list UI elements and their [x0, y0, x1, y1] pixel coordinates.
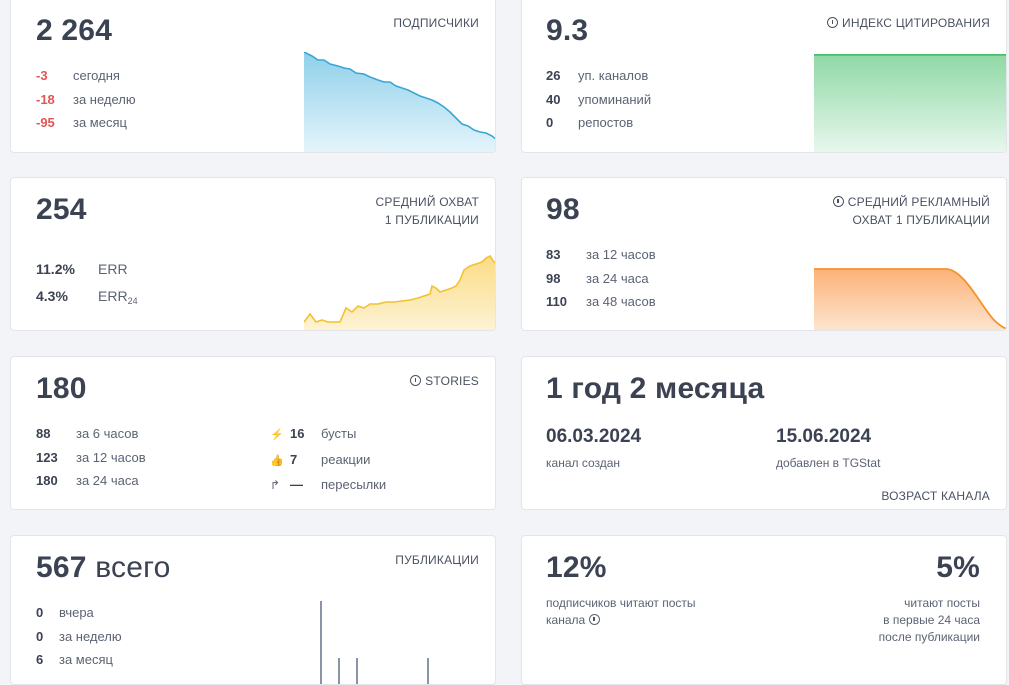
citation-value: 9.3 [546, 14, 589, 47]
engagement-left-text: подписчиков читают посты канала [546, 596, 696, 627]
subscribers-value: 2 264 [36, 14, 113, 47]
posts-bar [320, 601, 322, 684]
info-icon[interactable] [832, 196, 844, 207]
stories-value: 180 [36, 372, 87, 405]
stat-row: -3 сегодня -18 за неделю -95 за месяц [36, 68, 136, 130]
reach-value: 254 [36, 193, 87, 226]
ad-reach-card[interactable]: 98 СРЕДНИЙ РЕКЛАМНЫЙ ОХВАТ 1 ПУБЛИКАЦИИ 8… [521, 177, 1007, 331]
citation-card[interactable]: 9.3 ИНДЕКС ЦИТИРОВАНИЯ 26 уп. каналов 40 у… [521, 0, 1007, 153]
channel-age-card[interactable]: 1 год 2 месяца 06.03.2024 канал создан 1… [521, 356, 1007, 510]
citation-sparkline [814, 54, 1006, 152]
reach-caption: СРЕДНИЙ ОХВАТ 1 ПУБЛИКАЦИИ [375, 195, 479, 227]
engagement-left-value: 12% [546, 551, 607, 584]
channel-age-value: 1 год 2 месяца [546, 372, 765, 405]
ad-reach-sparkline [814, 268, 1006, 330]
subscribers-card[interactable]: 2 264 ПОДПИСЧИКИ -3 сегодня -18 за неделю … [10, 0, 496, 153]
stat-row: 0 вчера 0 за неделю 6 за месяц [36, 605, 122, 667]
channel-age-caption: ВОЗРАСТ КАНАЛА [881, 489, 990, 503]
created-label: канал создан [546, 456, 621, 470]
subscribers-caption: ПОДПИСЧИКИ [393, 16, 479, 30]
share-arrow-icon: ↱ [270, 478, 281, 492]
reach-sparkline [304, 254, 495, 330]
citation-caption: ИНДЕКС ЦИТИРОВАНИЯ [827, 14, 990, 32]
ad-reach-value: 98 [546, 193, 580, 226]
stories-caption: STORIES [410, 372, 479, 390]
reach-card[interactable]: 254 СРЕДНИЙ ОХВАТ 1 ПУБЛИКАЦИИ 11.2% ERR 4… [10, 177, 496, 331]
info-icon[interactable] [827, 17, 839, 28]
info-icon[interactable] [410, 375, 422, 386]
posts-card[interactable]: 567 всего ПУБЛИКАЦИИ 0 вчера 0 за неделю 6… [10, 535, 496, 685]
thumbs-up-icon: 👍 [270, 454, 284, 467]
created-date: 06.03.2024 [546, 426, 642, 447]
stat-row: 83 за 12 часов 98 за 24 часа 110 за 48 часо… [546, 247, 656, 309]
stat-row: 11.2% ERR 4.3% ERR24 [36, 261, 138, 306]
stat-row-right: ⚡ 16 бусты 👍 7 реакции ↱ — пересылки [270, 422, 386, 498]
engagement-right-text: читают посты в первые 24 часа после публик… [878, 596, 980, 644]
stat-row: 88 за 6 часов 123 за 12 часов 180 за 24 час… [36, 426, 146, 488]
posts-caption: ПУБЛИКАЦИИ [395, 553, 479, 567]
lightning-icon: ⚡ [270, 429, 284, 441]
engagement-card[interactable]: 12% подписчиков читают посты канала 5% чи… [521, 535, 1007, 685]
subscribers-sparkline [304, 52, 495, 152]
info-icon[interactable] [588, 614, 600, 625]
ad-reach-caption: СРЕДНИЙ РЕКЛАМНЫЙ ОХВАТ 1 ПУБЛИКАЦИИ [832, 193, 990, 229]
added-label: добавлен в TGStat [776, 456, 881, 470]
stories-card[interactable]: 180 STORIES 88 за 6 часов 123 за 12 часов … [10, 356, 496, 510]
added-date: 15.06.2024 [776, 426, 872, 447]
engagement-right-value: 5% [936, 551, 980, 584]
posts-value: 567 всего [36, 551, 171, 584]
stat-row: 26 уп. каналов 40 упоминаний 0 репостов [546, 68, 652, 130]
